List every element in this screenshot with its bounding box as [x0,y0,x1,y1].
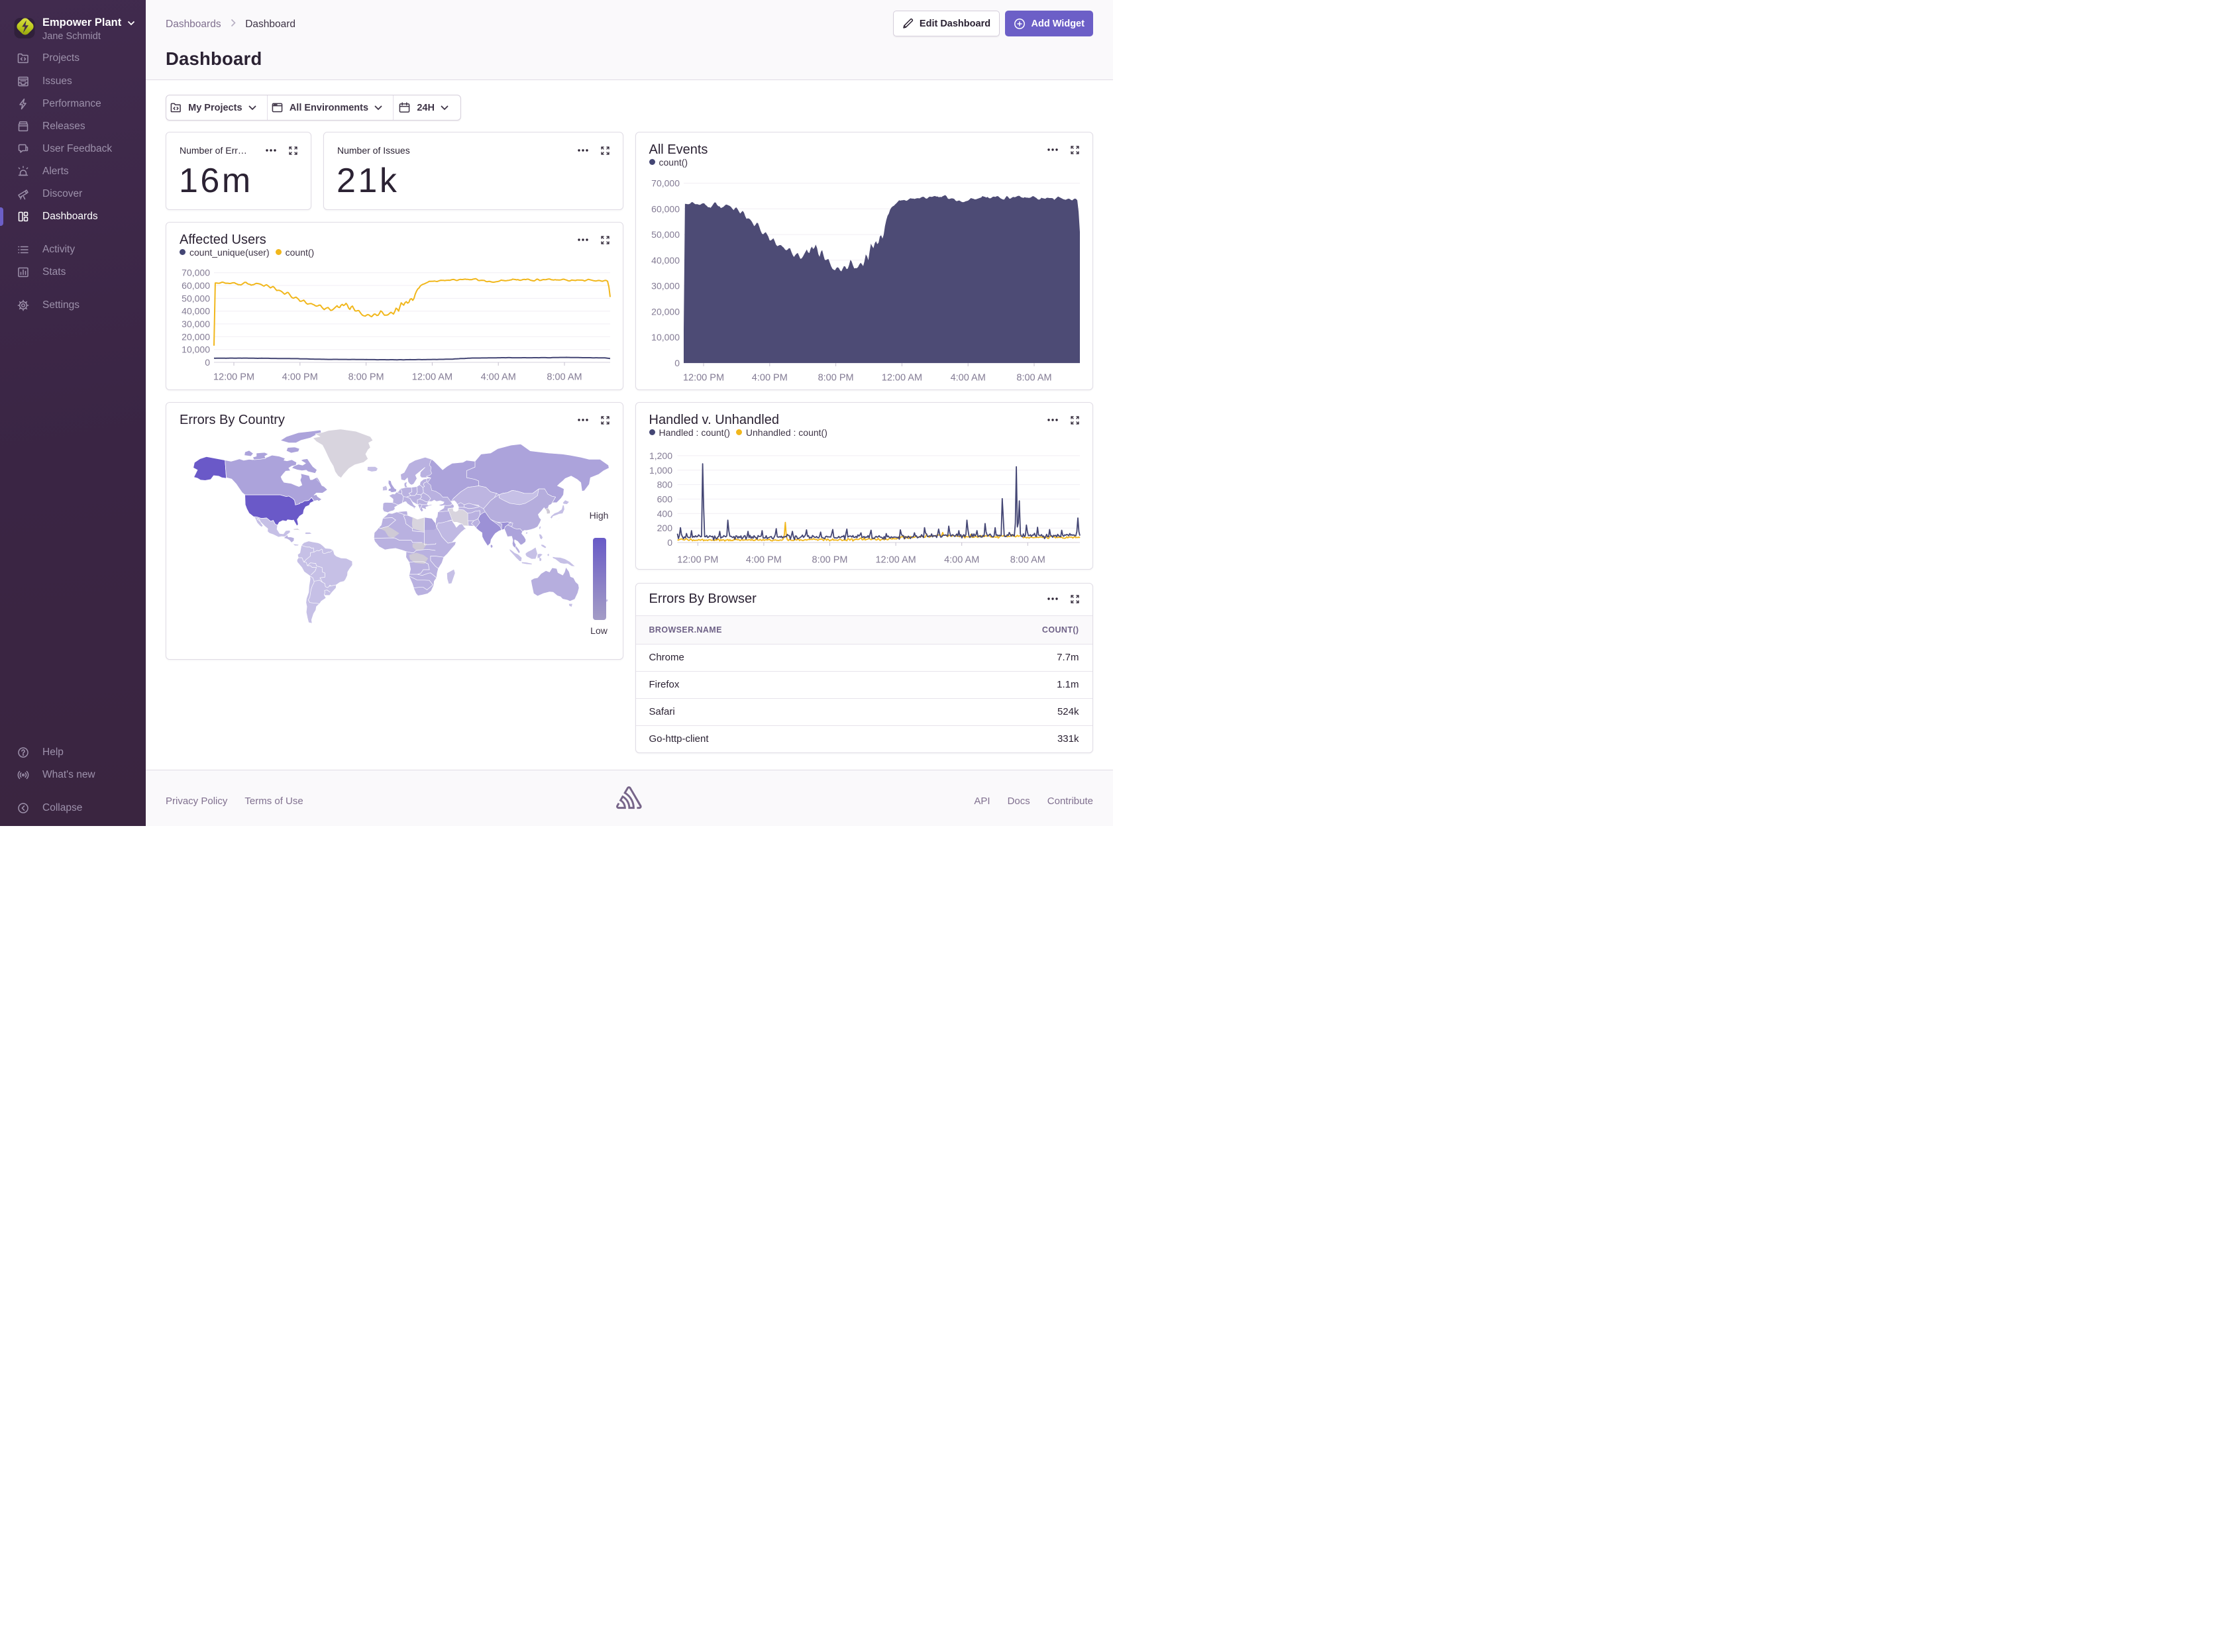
svg-text:4:00 AM: 4:00 AM [481,372,516,382]
svg-text:8:00 PM: 8:00 PM [348,372,384,382]
svg-text:800: 800 [657,479,672,490]
svg-text:40,000: 40,000 [182,305,210,316]
svg-text:10,000: 10,000 [182,344,210,354]
svg-text:12:00 PM: 12:00 PM [677,554,718,565]
svg-text:1,200: 1,200 [649,450,672,460]
svg-text:12:00 AM: 12:00 AM [881,372,922,383]
svg-text:70,000: 70,000 [651,178,680,188]
svg-text:4:00 AM: 4:00 AM [944,554,979,565]
svg-text:8:00 PM: 8:00 PM [812,554,847,565]
svg-text:30,000: 30,000 [182,319,210,329]
svg-text:4:00 AM: 4:00 AM [950,372,985,383]
svg-text:20,000: 20,000 [182,331,210,342]
svg-text:8:00 AM: 8:00 AM [1016,372,1051,383]
svg-text:4:00 PM: 4:00 PM [282,372,318,382]
svg-text:0: 0 [674,358,680,368]
svg-text:60,000: 60,000 [182,280,210,291]
svg-text:12:00 AM: 12:00 AM [875,554,916,565]
svg-text:8:00 PM: 8:00 PM [818,372,853,383]
svg-text:30,000: 30,000 [651,280,680,291]
svg-text:40,000: 40,000 [651,254,680,265]
svg-text:4:00 PM: 4:00 PM [751,372,787,383]
svg-text:12:00 PM: 12:00 PM [213,372,254,382]
svg-text:20,000: 20,000 [651,306,680,317]
svg-text:600: 600 [657,493,672,504]
svg-text:1,000: 1,000 [649,464,672,475]
svg-text:0: 0 [205,357,210,368]
svg-text:50,000: 50,000 [182,293,210,303]
svg-text:8:00 AM: 8:00 AM [1010,554,1045,565]
svg-text:8:00 AM: 8:00 AM [547,372,582,382]
svg-text:70,000: 70,000 [182,267,210,278]
svg-text:12:00 PM: 12:00 PM [682,372,723,383]
svg-text:60,000: 60,000 [651,203,680,214]
svg-text:200: 200 [657,523,672,533]
svg-text:4:00 PM: 4:00 PM [745,554,781,565]
svg-text:50,000: 50,000 [651,229,680,240]
svg-text:12:00 AM: 12:00 AM [412,372,452,382]
svg-text:400: 400 [657,508,672,519]
svg-text:10,000: 10,000 [651,332,680,342]
svg-text:0: 0 [667,537,672,548]
